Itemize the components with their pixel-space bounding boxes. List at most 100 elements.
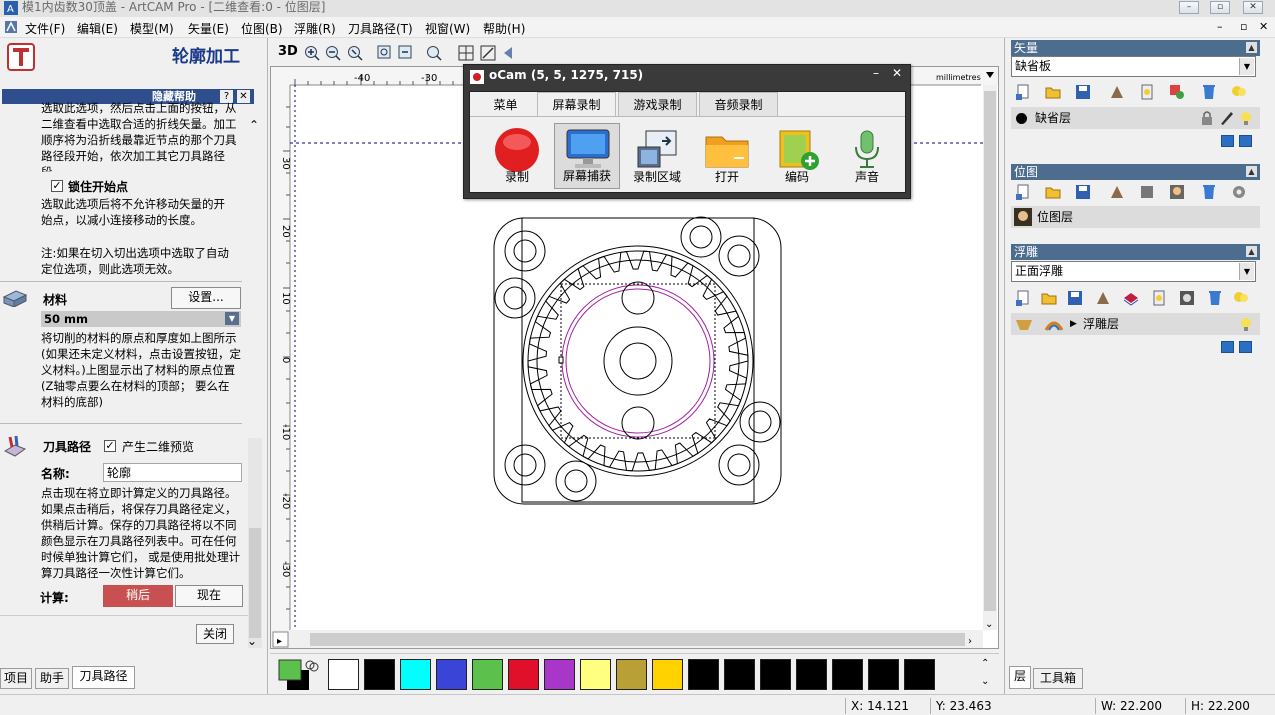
- open-bitmap-icon[interactable]: [1045, 184, 1061, 200]
- later-button[interactable]: 稍后: [103, 585, 173, 607]
- ocam-sound-button[interactable]: 声音: [834, 123, 900, 189]
- scroll-right-small-icon[interactable]: ▸: [277, 636, 282, 647]
- zoom-all-icon[interactable]: [425, 44, 443, 62]
- ocam-tab-audio-record[interactable]: 音频录制: [699, 92, 778, 116]
- back-arrow-icon[interactable]: [501, 44, 519, 62]
- relief-layers-icon[interactable]: [1123, 290, 1139, 306]
- menu-window[interactable]: 视窗(W): [425, 20, 470, 37]
- part-drawing[interactable]: [493, 216, 782, 505]
- bitmap-collapse-icon[interactable]: ▲: [1246, 166, 1257, 177]
- relief-image-icon[interactable]: [1179, 290, 1195, 306]
- menu-file[interactable]: 文件(F): [25, 20, 65, 37]
- close-window-button[interactable]: ✕: [1243, 1, 1263, 14]
- move-relief-down-icon[interactable]: [1239, 341, 1252, 353]
- move-layer-up-icon[interactable]: [1221, 135, 1234, 147]
- lock-icon[interactable]: [1199, 110, 1215, 126]
- delete-layer-icon[interactable]: [1201, 84, 1217, 100]
- ocam-record-area-button[interactable]: 录制区域: [624, 123, 690, 189]
- move-layer-down-icon[interactable]: [1239, 135, 1252, 147]
- color-swatch[interactable]: [400, 659, 431, 690]
- color-swatch[interactable]: [544, 659, 575, 690]
- ocam-screen-capture-button[interactable]: 屏幕捕获: [554, 123, 620, 189]
- relief-bulbs-icon[interactable]: [1233, 290, 1249, 306]
- zoom-box-icon[interactable]: [376, 44, 394, 62]
- relief-merge-icon[interactable]: [1095, 290, 1111, 306]
- ocam-minimize-icon[interactable]: –: [873, 66, 879, 80]
- left-scrollbar[interactable]: [248, 438, 262, 648]
- edit-pen-icon[interactable]: [1219, 110, 1235, 126]
- app-menu-icon[interactable]: [3, 19, 19, 35]
- light-toggle-icon[interactable]: [1139, 84, 1155, 100]
- bitmap-layer-row[interactable]: 位图层: [1011, 206, 1260, 228]
- layer-options-icon[interactable]: [1169, 84, 1185, 100]
- dropdown-arrow-icon[interactable]: ▼: [1239, 58, 1254, 75]
- layer-color-dot[interactable]: [1016, 113, 1027, 124]
- ocam-tab-game-record[interactable]: 游戏录制: [618, 92, 697, 116]
- menu-help[interactable]: 帮助(H): [483, 20, 525, 37]
- merge-layers-icon[interactable]: [1109, 84, 1125, 100]
- menu-model[interactable]: 模型(M): [130, 20, 174, 37]
- bitmap-settings-icon[interactable]: [1231, 184, 1247, 200]
- zoom-fit-icon[interactable]: [346, 44, 364, 62]
- color-swatch[interactable]: [796, 659, 827, 690]
- ocam-record-button[interactable]: 录制: [484, 123, 550, 189]
- ocam-window[interactable]: oCam (5, 5, 1275, 715) – ✕ 菜单 屏幕录制 游戏录制 …: [463, 64, 911, 199]
- mdi-restore-icon[interactable]: ▫: [1240, 20, 1247, 33]
- fg-bg-color-icon[interactable]: [277, 658, 319, 692]
- palette-scroll-down-icon[interactable]: ⌄: [981, 676, 989, 687]
- color-swatch[interactable]: [904, 659, 935, 690]
- color-swatch[interactable]: [868, 659, 899, 690]
- menu-toolpath[interactable]: 刀具路径(T): [348, 20, 413, 37]
- snap-toggle-icon[interactable]: [479, 44, 497, 62]
- menu-relief[interactable]: 浮雕(R): [294, 20, 336, 37]
- dropdown-arrow-icon[interactable]: ▼: [1239, 263, 1254, 280]
- toolpath-name-input[interactable]: 轮廓: [103, 463, 242, 482]
- scroll-down-arrow-icon[interactable]: ⌄: [985, 619, 993, 630]
- open-folder-icon[interactable]: [1045, 84, 1061, 100]
- palette-scroll-up-icon[interactable]: ⌃: [981, 658, 989, 669]
- grid-toggle-icon[interactable]: [457, 44, 475, 62]
- vector-layer-row[interactable]: 缺省层: [1011, 107, 1260, 129]
- color-swatch[interactable]: [436, 659, 467, 690]
- lock-start-checkbox[interactable]: ✓: [51, 180, 63, 192]
- mdi-minimize-icon[interactable]: –: [1217, 20, 1223, 33]
- relief-light-icon[interactable]: [1151, 290, 1167, 306]
- color-swatch[interactable]: [472, 659, 503, 690]
- save-relief-icon[interactable]: [1067, 290, 1083, 306]
- color-swatch[interactable]: [508, 659, 539, 690]
- ocam-close-icon[interactable]: ✕: [892, 66, 902, 80]
- tab-toolpaths[interactable]: 刀具路径: [72, 666, 135, 689]
- menu-bitmap[interactable]: 位图(B): [241, 20, 283, 37]
- restore-button[interactable]: ▫: [1210, 1, 1230, 14]
- scroll-down-icon[interactable]: ⌄: [247, 634, 257, 648]
- relief-collapse-icon[interactable]: ▲: [1246, 246, 1257, 257]
- color-swatch[interactable]: [364, 659, 395, 690]
- bulb-icon[interactable]: [1238, 110, 1254, 126]
- new-relief-icon[interactable]: [1015, 290, 1031, 306]
- relief-layer-row[interactable]: ▶ 浮雕层: [1011, 313, 1260, 335]
- ocam-encode-button[interactable]: 编码: [764, 123, 830, 189]
- color-swatch[interactable]: [724, 659, 755, 690]
- now-button[interactable]: 现在: [175, 585, 243, 607]
- ocam-open-button[interactable]: 打开: [694, 123, 760, 189]
- zoom-out-icon[interactable]: [324, 44, 342, 62]
- relief-bulb-icon[interactable]: [1238, 316, 1254, 332]
- move-relief-up-icon[interactable]: [1221, 341, 1234, 353]
- new-layer-icon[interactable]: [1015, 84, 1031, 100]
- ocam-tab-screen-record[interactable]: 屏幕录制: [537, 92, 616, 116]
- material-dropdown-icon[interactable]: ▼: [225, 312, 239, 325]
- ocam-tab-menu[interactable]: 菜单: [474, 92, 537, 116]
- preview-checkbox[interactable]: ✓: [104, 440, 116, 452]
- color-swatch[interactable]: [688, 659, 719, 690]
- scroll-up-icon[interactable]: ⌃: [247, 118, 261, 132]
- color-swatch[interactable]: [832, 659, 863, 690]
- expand-arrow-icon[interactable]: ▶: [1070, 313, 1077, 335]
- horizontal-canvas-scroll-thumb[interactable]: [310, 633, 965, 646]
- close-panel-button[interactable]: 关闭: [196, 624, 234, 644]
- zoom-previous-icon[interactable]: [397, 44, 415, 62]
- tab-project[interactable]: 项目: [0, 668, 32, 689]
- new-bitmap-icon[interactable]: [1015, 184, 1031, 200]
- tab-assistant[interactable]: 助手: [35, 668, 69, 689]
- material-setup-button[interactable]: 设置...: [171, 287, 241, 309]
- left-scrollbar-thumb[interactable]: [249, 528, 261, 638]
